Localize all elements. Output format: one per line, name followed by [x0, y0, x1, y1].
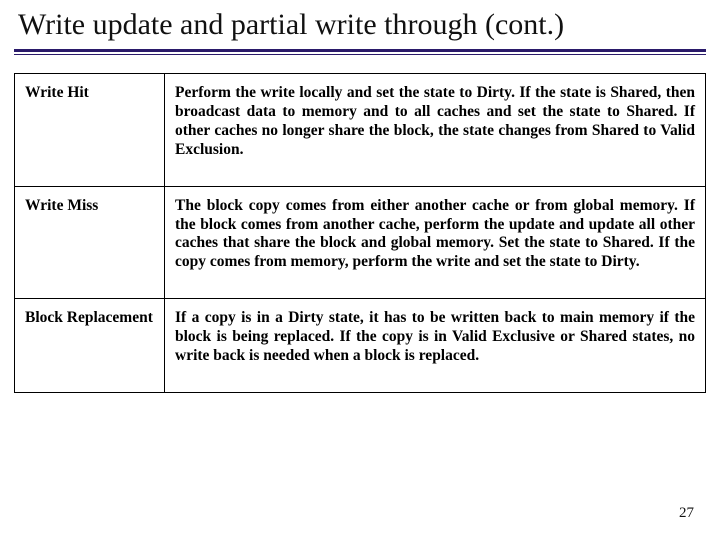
row-desc-write-miss: The block copy comes from either another…: [165, 186, 706, 299]
title-underline: [14, 49, 706, 55]
page-number: 27: [679, 505, 694, 522]
table-row: Block Replacement If a copy is in a Dirt…: [15, 299, 706, 393]
protocol-table: Write Hit Perform the write locally and …: [14, 73, 706, 393]
protocol-table-wrapper: Write Hit Perform the write locally and …: [14, 73, 706, 393]
row-label-block-replacement: Block Replacement: [15, 299, 165, 393]
slide-title: Write update and partial write through (…: [14, 8, 706, 41]
row-desc-block-replacement: If a copy is in a Dirty state, it has to…: [165, 299, 706, 393]
row-label-write-miss: Write Miss: [15, 186, 165, 299]
row-desc-write-hit: Perform the write locally and set the st…: [165, 74, 706, 187]
slide: Write update and partial write through (…: [0, 0, 720, 540]
row-label-write-hit: Write Hit: [15, 74, 165, 187]
table-row: Write Miss The block copy comes from eit…: [15, 186, 706, 299]
table-row: Write Hit Perform the write locally and …: [15, 74, 706, 187]
